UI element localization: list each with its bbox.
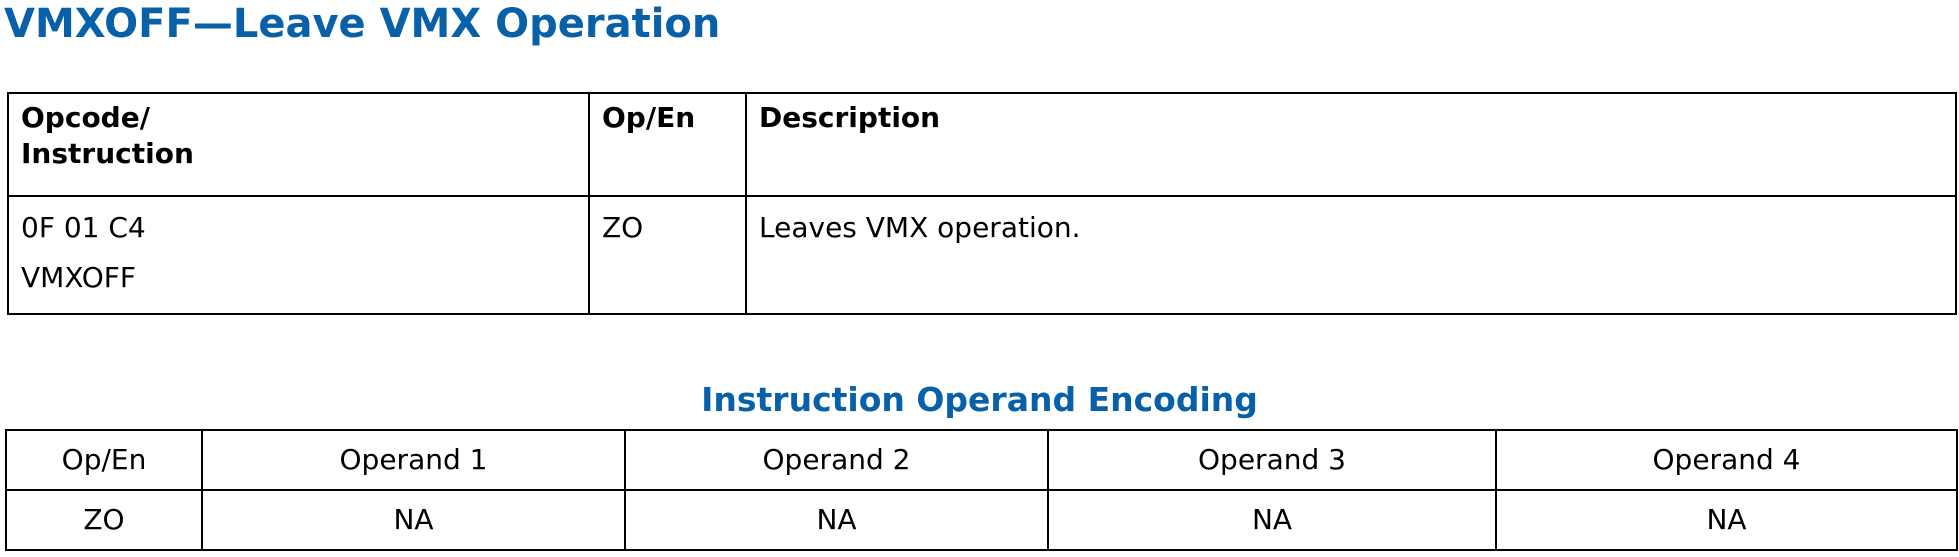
encoding-cell-operand-1: NA [201,489,626,551]
encoding-cell-operand-4: NA [1495,489,1958,551]
description-header: Description [745,92,1957,197]
page-title: VMXOFF—Leave VMX Operation [4,1,721,47]
encoding-header-operand-1: Operand 1 [201,429,626,491]
summary-header-row: Opcode/ Instruction Op/En Description [7,92,1957,197]
instruction-value: VMXOFF [21,261,136,294]
op-en-header: Op/En [588,92,747,197]
encoding-header-operand-4: Operand 4 [1495,429,1958,491]
opcode-instruction-header: Opcode/ Instruction [7,92,590,197]
encoding-cell-op-en: ZO [5,489,203,551]
op-en-cell: ZO [588,195,747,315]
encoding-cell-operand-2: NA [624,489,1049,551]
description-cell: Leaves VMX operation. [745,195,1957,315]
encoding-header-row: Op/En Operand 1 Operand 2 Operand 3 Oper… [5,429,1958,491]
table-row: 0F 01 C4 VMXOFF ZO Leaves VMX operation. [7,195,1957,315]
operand-encoding-heading: Instruction Operand Encoding [701,380,1258,419]
encoding-cell-operand-3: NA [1047,489,1497,551]
opcode-value: 0F 01 C4 [21,211,146,244]
instruction-summary-table: Opcode/ Instruction Op/En Description 0F… [7,92,1957,315]
opcode-header-label: Opcode/ [21,101,150,134]
encoding-header-operand-3: Operand 3 [1047,429,1497,491]
instruction-header-label: Instruction [21,137,194,170]
operand-encoding-table: Op/En Operand 1 Operand 2 Operand 3 Oper… [5,429,1958,551]
opcode-instruction-cell: 0F 01 C4 VMXOFF [7,195,590,315]
encoding-header-op-en: Op/En [5,429,203,491]
table-row: ZO NA NA NA NA [5,489,1958,551]
encoding-header-operand-2: Operand 2 [624,429,1049,491]
